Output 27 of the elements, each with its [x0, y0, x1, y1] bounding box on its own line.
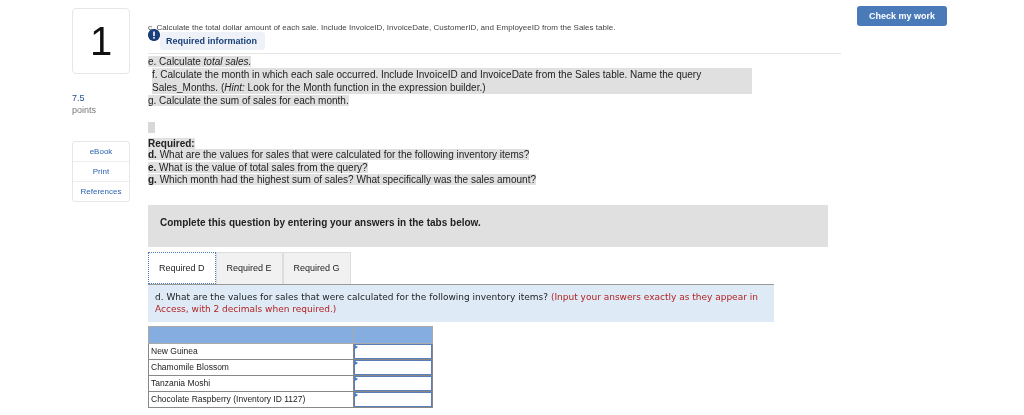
required-heading: Required: — [148, 138, 195, 149]
instruction-text: e. Calculate total sales. — [148, 56, 252, 67]
alert-icon — [148, 29, 160, 41]
instruction-text: c. Calculate the total dollar amount of each sale. Include InvoiceID, InvoiceDate, CustomerID, and EmployeeID from the Sales table. — [148, 23, 617, 32]
question-prompt: d. What are the values for sales that were calculated for the following inventory items? (Input your answers exactly as they appear in Access, with 2 decimals when required.) — [148, 283, 774, 322]
answer-tab[interactable]: Required D — [148, 251, 216, 284]
table-cell: Tanzania Moshi — [148, 375, 354, 391]
instruction-text: f. Calculate the month in which each sale occurred. Include InvoiceID and InvoiceDate from the Sales table. Name the query Sales_Months. (Hint: Look for the Month function in the expression builder.) — [152, 68, 752, 94]
text-highlight — [148, 122, 155, 133]
resource-link[interactable]: eBook — [73, 142, 129, 161]
check-my-work-button[interactable]: Check my work — [857, 6, 947, 26]
resource-link[interactable]: Print — [73, 161, 129, 181]
question-number: 1 — [72, 8, 130, 74]
table-cell: Chamomile Blossom — [148, 359, 354, 375]
points-label: points — [72, 105, 98, 115]
instruction-text: g. Calculate the sum of sales for each month. — [148, 95, 349, 106]
required-info-tab[interactable]: Required information — [160, 32, 265, 50]
table-cell: Chocolate Raspberry (Inventory ID 1127) — [148, 391, 354, 407]
answer-tab[interactable]: Required G — [282, 251, 351, 284]
points-value: 7.5 — [72, 93, 86, 103]
answer-tab[interactable]: Required E — [215, 251, 283, 284]
question-text: e. What is the value of total sales from the query? — [148, 161, 368, 173]
resource-link[interactable]: References — [73, 181, 129, 201]
question-text: d. What are the values for sales that were calculated for the following inventory items? — [148, 149, 530, 160]
instruction-banner: Complete this question by entering your answers in the tabs below. — [148, 204, 828, 247]
table-cell: New Guinea — [148, 343, 354, 359]
question-text: g. Which month had the highest sum of sales? What specifically was the sales amount? — [148, 174, 536, 185]
